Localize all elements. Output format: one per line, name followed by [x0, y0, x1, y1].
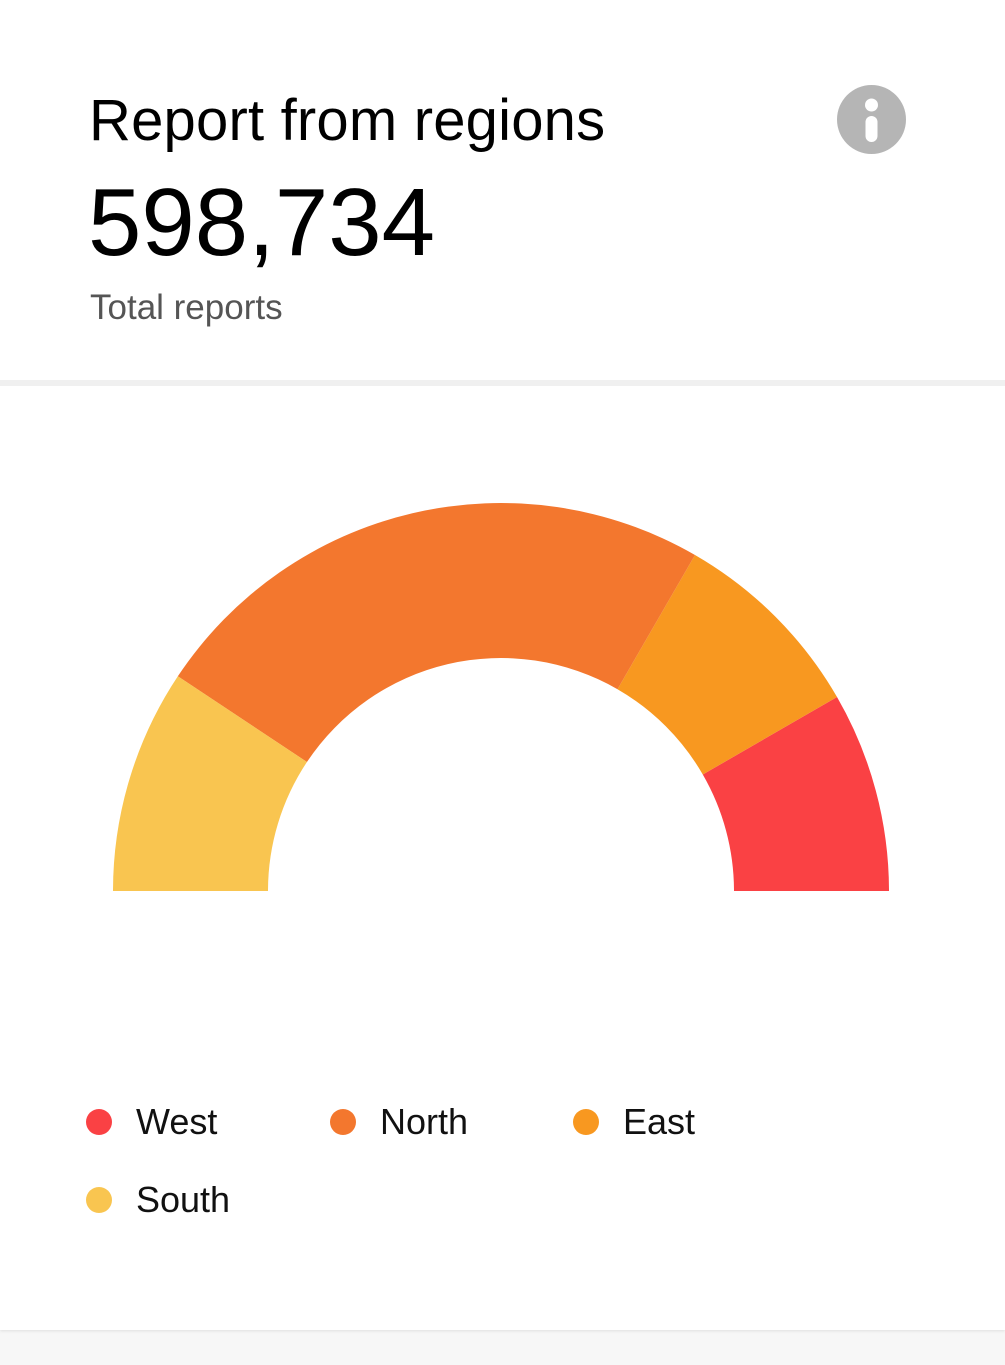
- legend-dot: [86, 1109, 112, 1135]
- legend-dot: [330, 1109, 356, 1135]
- total-value: 598,734: [88, 169, 436, 276]
- card-header: Report from regions 598,734 Total report…: [0, 0, 1005, 380]
- legend-item-north[interactable]: North: [330, 1090, 468, 1154]
- info-icon[interactable]: [837, 85, 906, 154]
- legend-dot: [573, 1109, 599, 1135]
- card-title: Report from regions: [89, 88, 606, 153]
- legend-dot: [86, 1187, 112, 1213]
- total-label: Total reports: [90, 288, 283, 327]
- legend-label: North: [380, 1101, 469, 1142]
- report-card: Report from regions 598,734 Total report…: [0, 0, 1005, 1330]
- segment-north[interactable]: [177, 502, 696, 763]
- legend-item-west[interactable]: West: [86, 1090, 217, 1154]
- semi-donut-chart: [113, 502, 889, 891]
- legend-item-east[interactable]: East: [573, 1090, 695, 1154]
- legend-item-south[interactable]: South: [86, 1168, 230, 1232]
- legend-label: South: [136, 1179, 231, 1220]
- legend-label: West: [136, 1101, 218, 1142]
- legend-label: East: [623, 1101, 696, 1142]
